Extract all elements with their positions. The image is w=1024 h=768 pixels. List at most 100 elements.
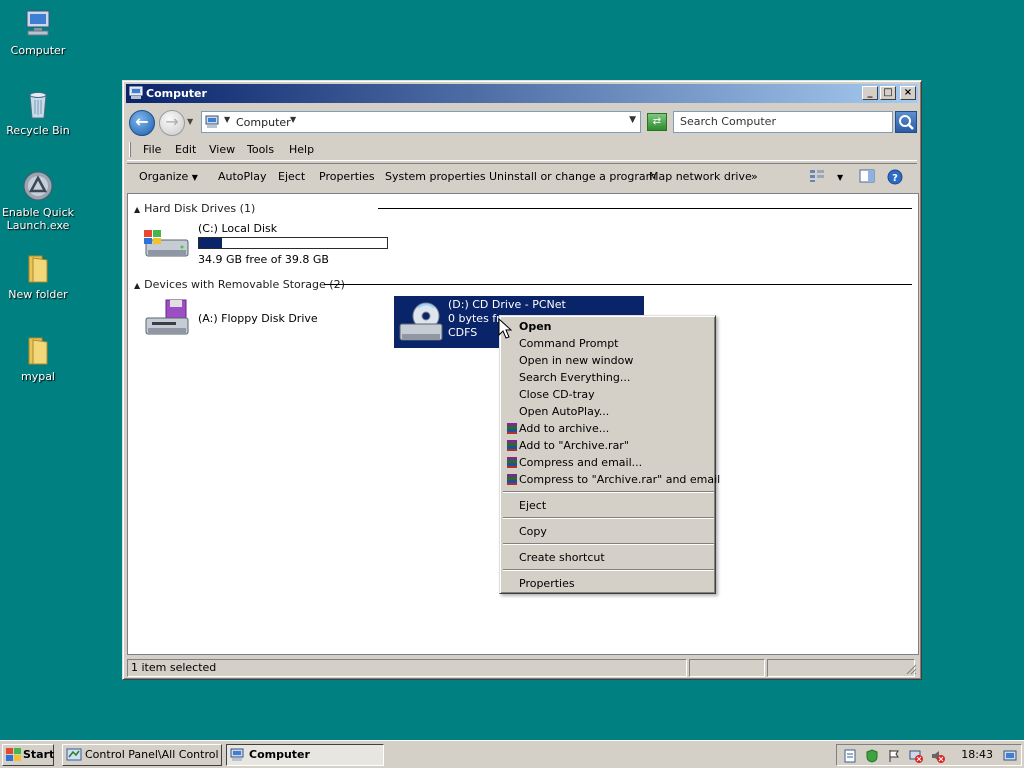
resize-grip-icon[interactable]: [905, 663, 917, 675]
taskbar: Start Control Panel\All Control ... Comp…: [0, 740, 1024, 768]
security-shield-icon[interactable]: [865, 749, 879, 763]
recent-pages-dropdown[interactable]: ▼: [187, 117, 193, 126]
menu-bar: File Edit View Tools Help: [127, 139, 917, 161]
group-header-removable[interactable]: ▲ Devices with Removable Storage (2): [134, 278, 345, 291]
system-properties-button[interactable]: System properties: [385, 170, 486, 183]
drive-a[interactable]: (A:) Floppy Disk Drive: [142, 298, 342, 344]
menu-help[interactable]: Help: [289, 143, 314, 156]
ctx-copy[interactable]: Copy: [503, 523, 712, 540]
ctx-properties[interactable]: Properties: [503, 575, 712, 592]
title-bar[interactable]: Computer _ □ ×: [126, 84, 918, 103]
ctx-label: Add to archive...: [519, 422, 610, 435]
breadcrumb-computer[interactable]: Computer: [236, 116, 291, 129]
breadcrumb-arrow-icon[interactable]: ▼: [224, 115, 230, 124]
autoplay-button[interactable]: AutoPlay: [218, 170, 266, 183]
ctx-label: Add to "Archive.rar": [519, 439, 629, 452]
menu-file[interactable]: File: [143, 143, 161, 156]
search-button[interactable]: [895, 111, 917, 133]
search-input[interactable]: Search Computer: [673, 111, 893, 133]
views-icon[interactable]: [809, 169, 825, 186]
drive-c[interactable]: (C:) Local Disk 34.9 GB free of 39.8 GB: [142, 222, 392, 266]
quick-launch-icon: [22, 170, 54, 202]
group-title: Devices with Removable Storage (2): [144, 278, 345, 291]
maximize-button[interactable]: □: [880, 86, 896, 100]
status-bar: 1 item selected: [127, 659, 917, 677]
context-menu: Open Command Prompt Open in new window S…: [499, 315, 720, 594]
computer-icon: [230, 748, 244, 761]
ctx-create-shortcut[interactable]: Create shortcut: [503, 549, 712, 566]
address-dropdown-icon[interactable]: ▼: [629, 115, 636, 125]
properties-button[interactable]: Properties: [319, 170, 375, 183]
more-commands-button[interactable]: »: [751, 170, 758, 183]
ctx-compress-to-rar-email[interactable]: Compress to "Archive.rar" and email: [503, 471, 720, 488]
drive-free-space: 0 bytes fr: [448, 312, 501, 325]
refresh-button[interactable]: ⇄: [647, 113, 667, 131]
desktop-icon-new-folder[interactable]: New folder: [0, 252, 76, 301]
ctx-separator: [503, 543, 714, 545]
ctx-open-autoplay[interactable]: Open AutoPlay...: [503, 403, 712, 420]
ctx-eject[interactable]: Eject: [503, 497, 712, 514]
ctx-add-to-archive[interactable]: Add to archive...: [503, 420, 712, 437]
tray-document-icon[interactable]: [843, 749, 857, 763]
eject-button[interactable]: Eject: [278, 170, 305, 183]
volume-muted-icon[interactable]: [931, 749, 945, 763]
ctx-separator: [503, 491, 714, 493]
menu-view[interactable]: View: [209, 143, 235, 156]
clock[interactable]: 18:43: [961, 748, 993, 761]
recycle-bin-icon: [22, 88, 54, 120]
cd-drive-icon: [399, 302, 443, 341]
back-button[interactable]: ←: [129, 110, 155, 136]
flag-icon[interactable]: [887, 749, 901, 763]
ctx-label: Compress to "Archive.rar" and email: [519, 473, 721, 486]
status-panel: [767, 659, 915, 677]
task-control-panel[interactable]: Control Panel\All Control ...: [62, 744, 222, 766]
menu-tools[interactable]: Tools: [247, 143, 274, 156]
ctx-search-everything[interactable]: Search Everything...: [503, 369, 712, 386]
command-bar: Organize ▼ AutoPlay Eject Properties Sys…: [127, 163, 917, 191]
ctx-close-cd-tray[interactable]: Close CD-tray: [503, 386, 712, 403]
ctx-compress-email[interactable]: Compress and email...: [503, 454, 712, 471]
group-title: Hard Disk Drives (1): [144, 202, 256, 215]
task-label: Control Panel\All Control ...: [85, 748, 222, 761]
map-network-drive-button[interactable]: Map network drive: [649, 170, 752, 183]
desktop-icon-computer[interactable]: Computer: [0, 8, 76, 57]
drive-free-space: 34.9 GB free of 39.8 GB: [198, 253, 329, 266]
drive-filesystem: CDFS: [448, 326, 478, 339]
organize-label: Organize: [139, 170, 189, 183]
group-divider: [324, 284, 912, 285]
winrar-icon: [507, 440, 517, 451]
task-computer[interactable]: Computer: [226, 744, 384, 766]
control-panel-icon: [66, 748, 82, 761]
views-dropdown-icon[interactable]: ▼: [837, 173, 843, 182]
ctx-open-new-window[interactable]: Open in new window: [503, 352, 712, 369]
preview-pane-icon[interactable]: [859, 169, 875, 186]
desktop-icon-label: Computer: [10, 44, 66, 57]
desktop-icon-quick-launch[interactable]: Enable Quick Launch.exe: [0, 170, 76, 232]
ctx-open[interactable]: Open: [503, 318, 712, 335]
breadcrumb-arrow-icon[interactable]: ▼: [290, 115, 296, 124]
menu-edit[interactable]: Edit: [175, 143, 196, 156]
desktop-icon-mypal[interactable]: mypal: [0, 334, 76, 383]
group-divider: [378, 208, 912, 209]
winrar-icon: [507, 474, 517, 485]
start-button[interactable]: Start: [2, 744, 54, 766]
close-button[interactable]: ×: [900, 86, 916, 100]
address-row: ← → ▼ ▼ Computer ▼ ▼ ⇄ Search Computer: [127, 107, 917, 137]
network-error-icon[interactable]: [909, 749, 923, 763]
minimize-button[interactable]: _: [862, 86, 878, 100]
disk-usage-bar: [198, 237, 388, 249]
organize-button[interactable]: Organize ▼: [139, 170, 198, 183]
forward-button[interactable]: →: [159, 110, 185, 136]
ctx-command-prompt[interactable]: Command Prompt: [503, 335, 712, 352]
desktop-icon-label: Recycle Bin: [6, 124, 70, 137]
show-desktop-icon[interactable]: [1003, 749, 1017, 763]
group-header-hard-disk[interactable]: ▲ Hard Disk Drives (1): [134, 202, 255, 215]
status-text: 1 item selected: [127, 659, 687, 677]
ctx-add-to-archive-rar[interactable]: Add to "Archive.rar": [503, 437, 712, 454]
help-icon[interactable]: ?: [887, 169, 903, 188]
uninstall-program-button[interactable]: Uninstall or change a program: [489, 170, 656, 183]
desktop-icon-recycle-bin[interactable]: Recycle Bin: [0, 88, 76, 137]
desktop-icon-label: mypal: [20, 370, 55, 383]
collapse-arrow-icon: ▲: [134, 281, 141, 290]
address-bar[interactable]: ▼ Computer ▼ ▼: [201, 111, 641, 133]
